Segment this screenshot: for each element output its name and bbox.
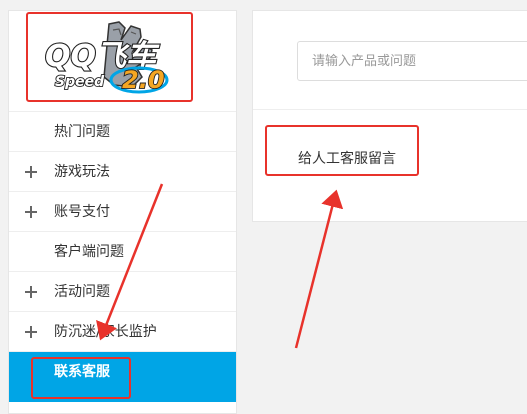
expand-plus-icon[interactable] [25, 152, 39, 192]
logo-area: QQ飞车 Speed 2.0 [9, 11, 236, 112]
sidebar-item-label: 账号支付 [54, 204, 110, 220]
svg-text:2.0: 2.0 [122, 66, 165, 94]
sidebar-nav: 热门问题 游戏玩法 账号支付 客户端问题 活动问题 防沉迷/家长监护 联系客服 [9, 112, 236, 402]
svg-text:Speed: Speed [55, 74, 105, 90]
sidebar: QQ飞车 Speed 2.0 热门问题 游戏玩法 账号支付 客户端问题 活动问题 [8, 10, 237, 414]
expand-plus-icon[interactable] [25, 312, 39, 352]
sidebar-item-hot-questions[interactable]: 热门问题 [9, 112, 236, 152]
sidebar-item-anti-addiction[interactable]: 防沉迷/家长监护 [9, 312, 236, 352]
search-input[interactable] [297, 41, 527, 81]
expand-plus-icon[interactable] [25, 272, 39, 312]
sidebar-item-label: 活动问题 [54, 284, 110, 300]
sidebar-item-label: 热门问题 [54, 124, 110, 140]
human-service-message-link[interactable]: 给人工客服留言 [298, 148, 396, 168]
sidebar-item-event-issues[interactable]: 活动问题 [9, 272, 236, 312]
sidebar-item-label: 防沉迷/家长监护 [54, 324, 157, 340]
sidebar-item-label: 游戏玩法 [54, 164, 110, 180]
sidebar-item-label: 客户端问题 [54, 244, 124, 260]
sidebar-item-client-issues[interactable]: 客户端问题 [9, 232, 236, 272]
sidebar-item-gameplay[interactable]: 游戏玩法 [9, 152, 236, 192]
game-logo[interactable]: QQ飞车 Speed 2.0 [39, 20, 171, 96]
expand-plus-icon[interactable] [25, 192, 39, 232]
sidebar-item-label: 联系客服 [54, 364, 110, 380]
main-panel: 给人工客服留言 [252, 10, 527, 222]
divider [253, 109, 527, 110]
sidebar-item-account-payment[interactable]: 账号支付 [9, 192, 236, 232]
sidebar-item-contact-support[interactable]: 联系客服 [9, 352, 236, 402]
